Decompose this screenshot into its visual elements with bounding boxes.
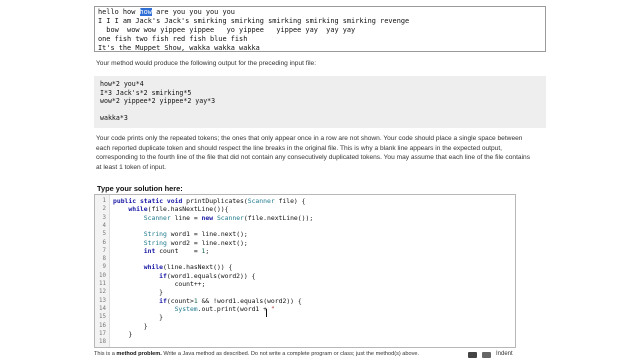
- line-number: 14: [99, 305, 106, 312]
- code-text: count++;: [174, 280, 206, 288]
- keyboard-icon[interactable]: [468, 352, 477, 358]
- input-text: It's the Muppet Show, wakka wakka wakka: [98, 44, 260, 52]
- code-line: 13 if(count>1 && !word1.equals(word2)) {: [95, 297, 515, 305]
- code-text: if(count>1 && !word1.equals(word2)) {: [159, 296, 302, 305]
- line-number: 15: [99, 314, 106, 321]
- code-editor[interactable]: 1 public static void printDuplicates(Scan…: [94, 194, 516, 348]
- code-line: 16 }: [95, 322, 515, 330]
- format-icon[interactable]: [482, 352, 491, 358]
- line-number: 16: [99, 322, 106, 329]
- line-number: 6: [102, 239, 107, 246]
- code-text: Scanner line = new Scanner(file.nextLine…: [143, 213, 314, 222]
- line-number: 17: [99, 330, 106, 337]
- indent-button[interactable]: Indent: [496, 351, 513, 357]
- line-number: 1: [102, 198, 107, 204]
- input-text: one fish two fish red fish blue fish: [98, 35, 248, 43]
- input-text: hello how: [98, 8, 140, 16]
- input-file-line: bow wow wow yippee yippee yo yippee yipp…: [98, 26, 542, 35]
- code-text: while(line.hasNext()) {: [143, 263, 233, 272]
- code-line: 2 while(file.hasNextLine()){: [95, 205, 515, 213]
- line-number: 3: [102, 214, 107, 221]
- line-number: 18: [99, 339, 106, 346]
- code-text: public static void printDuplicates(Scann…: [113, 197, 306, 205]
- code-text: while(file.hasNextLine()){: [128, 205, 229, 214]
- code-line: 18: [95, 338, 515, 346]
- line-number: 9: [102, 264, 107, 271]
- code-text: }: [159, 288, 164, 297]
- code-line: 12 }: [95, 288, 515, 296]
- code-line: 9 while(line.hasNext()) {: [95, 263, 515, 271]
- input-file-box: hello how how are you you you you I I I a…: [94, 6, 546, 52]
- code-text: }: [159, 313, 164, 322]
- code-text: if(word1.equals(word2)) {: [159, 271, 256, 280]
- code-line: 6 String word2 = line.next();: [95, 239, 515, 247]
- expected-output-box: how*2 you*4 I*3 Jack's*2 smirking*5 wow*2 …: [94, 76, 546, 128]
- line-number: 8: [102, 256, 107, 263]
- code-line: 10 if(word1.equals(word2)) {: [95, 272, 515, 280]
- code-text: String word2 = line.next();: [143, 238, 248, 247]
- input-file-line: I I I am Jack's Jack's smirking smirking…: [98, 17, 542, 26]
- method-problem-note: This is a method problem. Write a Java m…: [94, 351, 420, 357]
- code-line: 8: [95, 255, 515, 263]
- output-line: I*3 Jack's*2 smirking*5: [100, 88, 192, 97]
- input-text: I I I am Jack's Jack's smirking smirking…: [98, 17, 410, 25]
- code-line: 7 int count = 1;: [95, 247, 515, 255]
- code-text: System.out.print(word1 + ": [174, 304, 275, 313]
- code-line: 15 }: [95, 313, 515, 321]
- code-line: 14 System.out.print(word1 + ": [95, 305, 515, 313]
- line-number: 5: [102, 231, 107, 238]
- line-number: 7: [102, 247, 107, 254]
- code-line: 11 count++;: [95, 280, 515, 288]
- line-number: 10: [99, 272, 106, 279]
- output-line: how*2 you*4: [100, 80, 144, 88]
- intro-text: Your method would produce the following …: [96, 60, 317, 67]
- solution-title: Type your solution here:: [97, 184, 183, 193]
- code-line: 5 String word1 = line.next();: [95, 230, 515, 238]
- explanation-text: Your code prints only the repeated token…: [96, 135, 530, 171]
- line-number: 13: [99, 297, 106, 304]
- output-line: wakka*3: [100, 114, 128, 123]
- code-line: 3 Scanner line = new Scanner(file.nextLi…: [95, 214, 515, 222]
- line-number: 2: [102, 206, 107, 213]
- output-line: wow*2 yippee*2 yippee*2 yay*3: [100, 97, 216, 106]
- line-number: 4: [102, 222, 107, 229]
- line-number: 12: [99, 289, 106, 296]
- text-cursor: [266, 309, 267, 317]
- input-text: are you you you you: [151, 8, 235, 16]
- input-file-line: one fish two fish red fish blue fish: [98, 35, 542, 44]
- code-line: 1 public static void printDuplicates(Scan…: [95, 197, 515, 205]
- code-text: int count = 1;: [143, 246, 210, 255]
- input-file-line: hello how how are you you you you: [98, 8, 542, 17]
- input-text: bow wow wow yippee yippee yo yippee yipp…: [98, 26, 356, 34]
- input-file-line: It's the Muppet Show, wakka wakka wakka: [98, 44, 542, 52]
- code-text: }: [128, 329, 133, 338]
- code-text: }: [143, 321, 148, 330]
- code-line: 4: [95, 222, 515, 230]
- line-number: 11: [99, 281, 106, 287]
- selected-text: how: [139, 8, 152, 16]
- code-line: 17 }: [95, 330, 515, 338]
- code-text: String word1 = line.next();: [143, 230, 248, 239]
